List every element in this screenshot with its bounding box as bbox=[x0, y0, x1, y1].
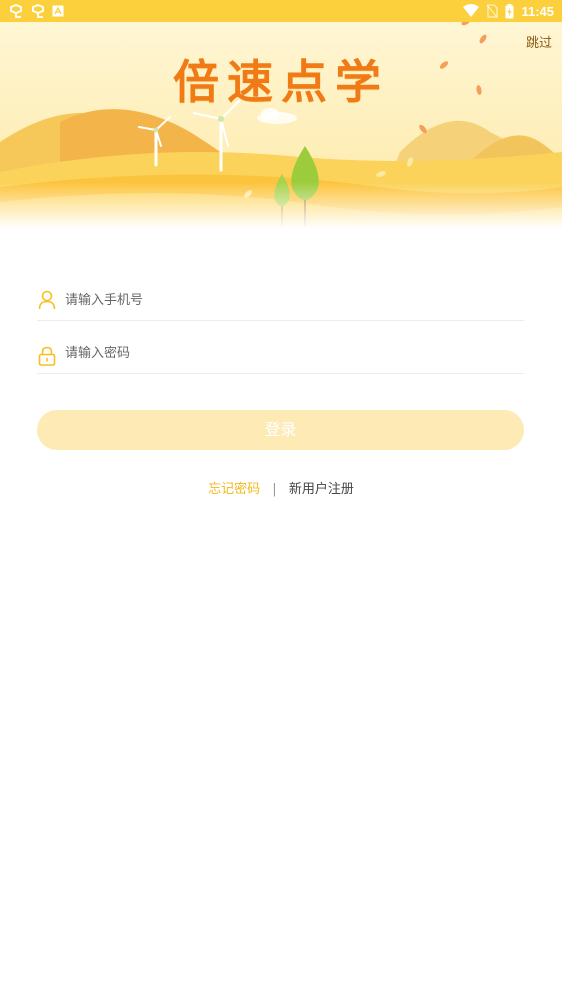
status-left-icons bbox=[8, 2, 64, 20]
app-title: 倍速点学 bbox=[173, 55, 389, 109]
status-bar: 11:45 bbox=[0, 0, 562, 22]
password-field[interactable] bbox=[37, 333, 524, 374]
wifi-icon bbox=[463, 4, 480, 17]
user-icon bbox=[38, 290, 56, 310]
a-icon bbox=[52, 5, 64, 17]
register-link[interactable]: 新用户注册 bbox=[289, 482, 354, 497]
lock-icon bbox=[38, 346, 56, 366]
password-input[interactable] bbox=[65, 341, 505, 365]
battery-charging-icon bbox=[505, 3, 514, 18]
skip-button[interactable]: 跳过 bbox=[526, 32, 552, 51]
no-sim-icon bbox=[486, 4, 499, 18]
app-icon bbox=[32, 4, 44, 18]
forgot-password-link[interactable]: 忘记密码 bbox=[208, 482, 260, 497]
phone-input[interactable] bbox=[65, 288, 505, 312]
app-icon bbox=[10, 4, 22, 18]
auth-links: 忘记密码 | 新用户注册 bbox=[0, 478, 562, 497]
phone-field[interactable] bbox=[37, 280, 524, 321]
status-right-icons: 11:45 bbox=[463, 2, 554, 20]
links-separator: | bbox=[272, 482, 277, 497]
status-time: 11:45 bbox=[521, 3, 554, 19]
header-banner: 倍速点学 跳过 bbox=[0, 22, 562, 229]
login-button[interactable]: 登录 bbox=[37, 410, 524, 450]
